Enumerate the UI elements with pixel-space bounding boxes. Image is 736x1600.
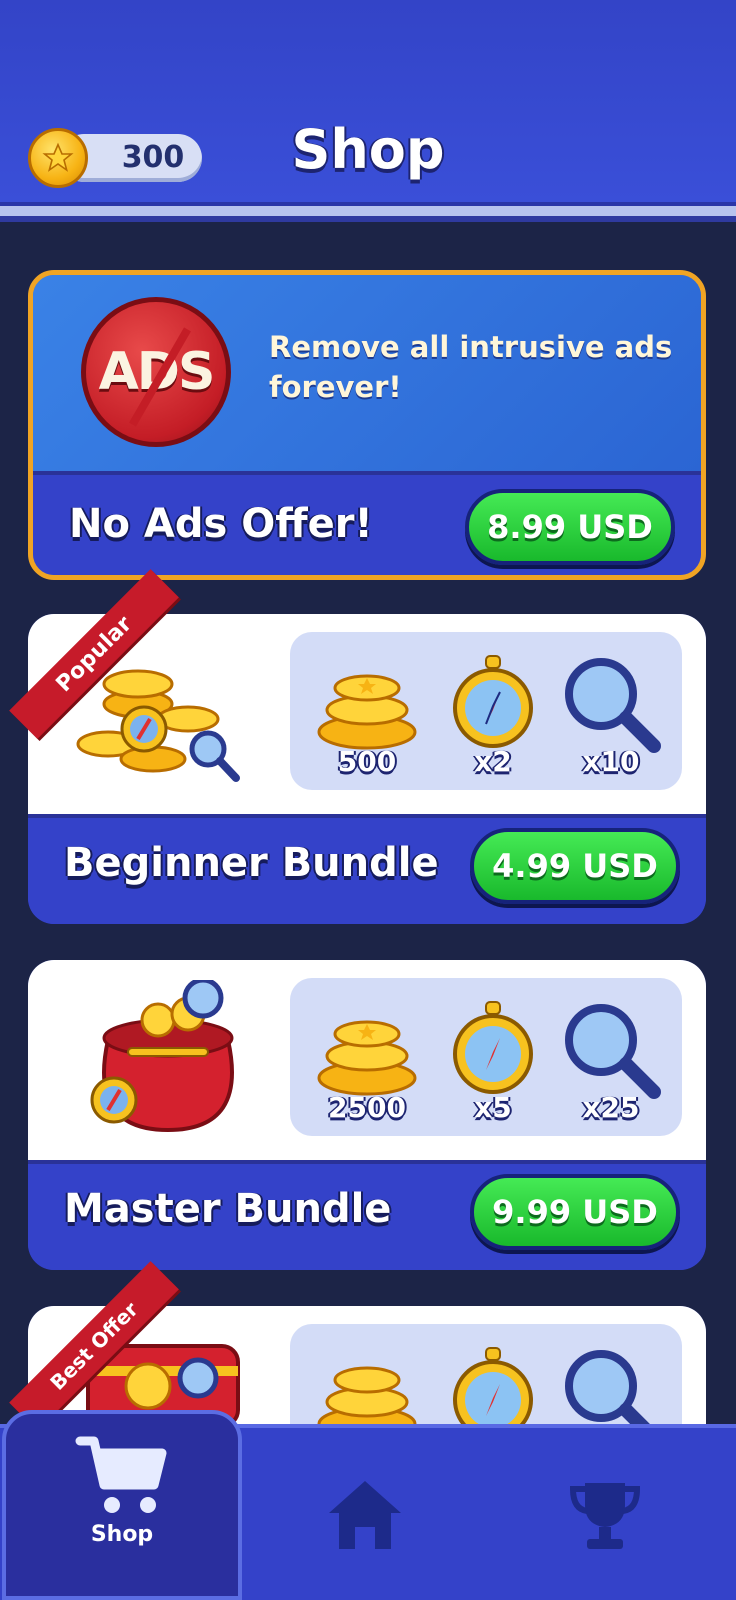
- bundle-items-panel: 500 x2 x10: [290, 632, 682, 790]
- bundle-item-magnifier: x10: [556, 654, 666, 778]
- no-ads-offer-banner: ADS Remove all intrusive ads forever!: [33, 275, 701, 471]
- treasure-bag-icon: [90, 980, 234, 1133]
- coin-stack-icon: [317, 674, 417, 750]
- no-ads-icon: ADS: [81, 297, 231, 447]
- bundle-item-compass-label: x5: [474, 1091, 512, 1124]
- magnifier-icon: [565, 1004, 661, 1099]
- bundle-footer: Beginner Bundle 4.99 USD: [28, 814, 706, 924]
- bundle-item-compass: x2: [438, 654, 548, 778]
- no-ads-title: No Ads Offer!: [69, 501, 373, 547]
- beginner-bundle-buy-button[interactable]: 4.99 USD: [470, 828, 680, 904]
- trophy-icon[interactable]: [560, 1470, 650, 1560]
- bundle-title: Master Bundle: [64, 1186, 392, 1232]
- page-title: Shop: [291, 118, 445, 181]
- master-bundle-card[interactable]: 2500 x5 x25 Master Bundle 9.99 USD: [28, 960, 706, 1270]
- coin-stack-icon: [317, 1020, 417, 1096]
- no-ads-description: Remove all intrusive ads forever!: [269, 330, 673, 404]
- no-ads-buy-button[interactable]: 8.99 USD: [465, 489, 675, 565]
- master-bundle-buy-button[interactable]: 9.99 USD: [470, 1174, 680, 1250]
- beginner-bundle-card[interactable]: 500 x2 x10 Beginner Bundle 4.99 USD: [28, 614, 706, 924]
- home-icon[interactable]: [320, 1470, 410, 1560]
- no-ads-badge-text: ADS: [98, 342, 216, 402]
- bundle-preview: 2500 x5 x25: [28, 960, 706, 1160]
- coin-balance-value: 300: [121, 140, 185, 175]
- bundle-items-panel: 2500 x5 x25: [290, 978, 682, 1136]
- bundle-footer: Master Bundle 9.99 USD: [28, 1160, 706, 1270]
- coin-icon: [28, 128, 88, 188]
- bundle-item-compass: x5: [438, 1000, 548, 1124]
- bundle-item-coins-label: 2500: [328, 1091, 406, 1124]
- bundle-item-coins-label: 500: [337, 745, 397, 778]
- bundle-item-compass-label: x2: [474, 745, 512, 778]
- bundle-item-magnifier: x25: [556, 1000, 666, 1124]
- bundle-item-coins: 500: [312, 654, 422, 778]
- nav-tab-shop-label: Shop: [90, 1522, 154, 1547]
- bundle-item-magnifier-label: x10: [582, 745, 640, 778]
- magnifier-icon: [565, 658, 661, 753]
- cart-icon[interactable]: [72, 1430, 172, 1520]
- compass-icon: [453, 655, 533, 748]
- no-ads-offer-card[interactable]: ADS Remove all intrusive ads forever! No…: [28, 270, 706, 580]
- bundle-item-magnifier-label: x25: [582, 1091, 640, 1124]
- bundle-item-coins: 2500: [312, 1000, 422, 1124]
- no-ads-footer: No Ads Offer! 8.99 USD: [33, 471, 701, 575]
- compass-icon: [453, 1001, 533, 1094]
- bundle-title: Beginner Bundle: [64, 840, 439, 886]
- header-divider: [0, 206, 736, 222]
